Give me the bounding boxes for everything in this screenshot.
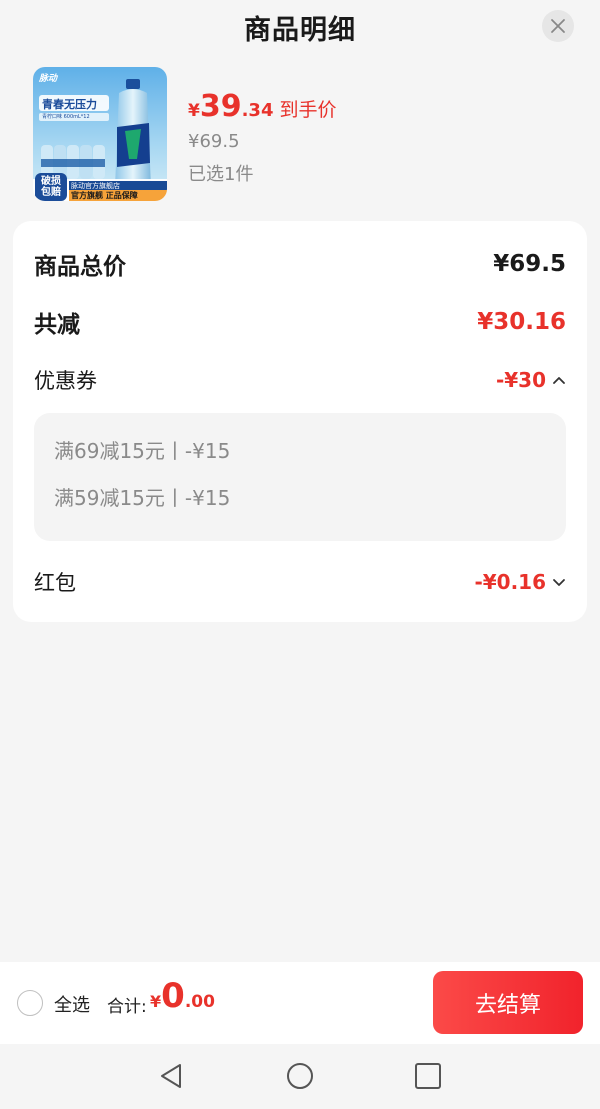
selected-count: 已选1件 bbox=[188, 164, 254, 185]
sheet-header: 商品明细 bbox=[0, 0, 600, 52]
checkout-button[interactable]: 去结算 bbox=[433, 971, 583, 1034]
system-nav-bar bbox=[0, 1044, 600, 1109]
recents-square-icon bbox=[415, 1063, 441, 1089]
sum-symbol: ¥ bbox=[150, 992, 162, 1011]
chevron-down-icon bbox=[552, 577, 566, 587]
coupon-row[interactable]: 优惠券 -¥30 bbox=[34, 365, 566, 395]
back-nav-button[interactable] bbox=[156, 1061, 186, 1091]
red-packet-label: 红包 bbox=[34, 571, 76, 595]
red-packet-row[interactable]: 红包 -¥0.16 bbox=[34, 567, 566, 597]
product-detail-sheet: 商品明细 脉动 青春无压力 青柠口味 600mL*12 破损包赔 脉动官方旗舰店… bbox=[0, 0, 600, 1109]
original-price: ¥69.5 bbox=[188, 131, 240, 152]
total-reduction-label: 共减 bbox=[34, 312, 80, 338]
total-reduction-row: 共减 ¥30.16 bbox=[34, 305, 566, 339]
red-packet-toggle[interactable]: -¥0.16 bbox=[474, 570, 566, 594]
recents-nav-button[interactable] bbox=[413, 1061, 443, 1091]
close-icon bbox=[551, 19, 565, 33]
sum-decimal: .00 bbox=[184, 992, 215, 1012]
thumb-badge: 破损包赔 bbox=[41, 176, 61, 198]
price-integer: 39 bbox=[199, 89, 242, 124]
price-decimal: .34 bbox=[241, 100, 274, 121]
chevron-up-icon bbox=[552, 375, 566, 385]
coupon-item: 满59减15元丨-¥15 bbox=[54, 486, 231, 510]
thumb-banner-bottom: 官方旗舰 正品保障 bbox=[71, 191, 138, 200]
product-summary: 脉动 青春无压力 青柠口味 600mL*12 破损包赔 脉动官方旗舰店 官方旗舰… bbox=[33, 67, 573, 201]
close-button[interactable] bbox=[542, 10, 574, 42]
thumb-brand: 脉动 bbox=[39, 74, 58, 84]
red-packet-value: -¥0.16 bbox=[474, 570, 546, 594]
product-thumbnail[interactable]: 脉动 青春无压力 青柠口味 600mL*12 破损包赔 脉动官方旗舰店 官方旗舰… bbox=[33, 67, 167, 201]
select-all-label[interactable]: 全选 bbox=[54, 991, 90, 1017]
select-all-checkbox[interactable] bbox=[17, 990, 43, 1016]
sum-label: 合计: bbox=[107, 997, 147, 1017]
home-nav-button[interactable] bbox=[285, 1061, 315, 1091]
thumb-slogan: 青春无压力 bbox=[42, 98, 97, 111]
total-reduction-value: ¥30.16 bbox=[477, 309, 566, 335]
price-breakdown-card: 商品总价 ¥69.5 共减 ¥30.16 优惠券 -¥30 满69减15元丨-¥… bbox=[13, 221, 587, 622]
price-tag: 到手价 bbox=[279, 99, 337, 121]
coupon-label: 优惠券 bbox=[34, 369, 97, 393]
coupon-list: 满69减15元丨-¥15 满59减15元丨-¥15 bbox=[34, 413, 566, 541]
coupon-value: -¥30 bbox=[495, 368, 546, 392]
sum-value: ¥0.00 bbox=[150, 976, 215, 1016]
thumb-spec: 青柠口味 600mL*12 bbox=[42, 114, 90, 120]
final-price: ¥39.34 到手价 bbox=[188, 89, 337, 124]
home-circle-icon bbox=[287, 1063, 313, 1089]
total-price-value: ¥69.5 bbox=[493, 251, 566, 277]
price-symbol: ¥ bbox=[188, 101, 200, 121]
coupon-toggle[interactable]: -¥30 bbox=[496, 368, 566, 392]
total-price-label: 商品总价 bbox=[34, 254, 126, 280]
page-title: 商品明细 bbox=[244, 15, 356, 46]
total-price-row: 商品总价 ¥69.5 bbox=[34, 247, 566, 281]
sum-integer: 0 bbox=[161, 976, 185, 1016]
back-triangle-icon bbox=[161, 1064, 181, 1088]
coupon-item: 满69减15元丨-¥15 bbox=[54, 439, 231, 463]
checkout-bar: 全选 合计: ¥0.00 去结算 bbox=[0, 962, 600, 1044]
